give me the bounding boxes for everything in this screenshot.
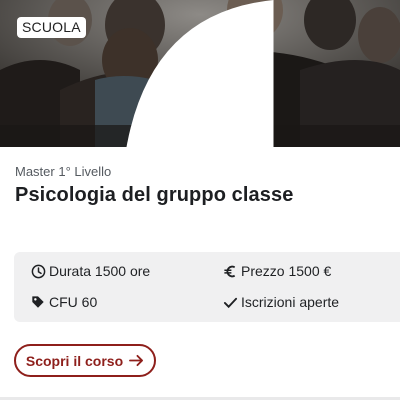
price-info: Prezzo 1500 € — [222, 263, 331, 279]
duration-label: Durata 1500 ore — [49, 263, 151, 279]
credits-info: CFU 60 — [30, 294, 97, 310]
course-photo: SCUOLA — [0, 0, 400, 147]
euro-icon — [222, 263, 238, 279]
tag-icon — [30, 294, 46, 310]
credits-label: CFU 60 — [49, 294, 98, 310]
discover-course-label: Scopri il corso — [25, 352, 124, 369]
enrollment-label: Iscrizioni aperte — [241, 294, 340, 310]
clock-icon — [30, 263, 46, 279]
course-title: Psicologia del gruppo classe — [15, 184, 294, 206]
check-icon — [222, 294, 238, 310]
course-card: SCUOLA Master 1° Livello Psicologia del … — [0, 0, 400, 400]
price-label: Prezzo 1500 € — [241, 263, 332, 279]
category-badge: SCUOLA — [17, 17, 86, 38]
duration-info: Durata 1500 ore — [30, 263, 150, 279]
discover-course-button[interactable]: Scopri il corso — [14, 344, 156, 377]
arrow-right-icon — [129, 354, 144, 367]
course-level: Master 1° Livello — [15, 164, 112, 179]
enrollment-info: Iscrizioni aperte — [222, 294, 339, 310]
